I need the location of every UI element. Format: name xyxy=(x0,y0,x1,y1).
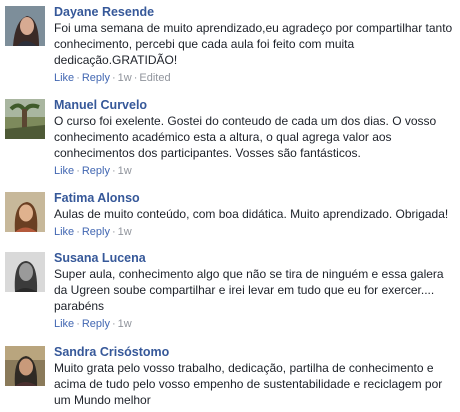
comment-text: Aulas de muito conteúdo, com boa didátic… xyxy=(54,207,449,221)
separator-dot: · xyxy=(76,226,80,238)
reply-link[interactable]: Reply xyxy=(82,318,110,330)
avatar-photo-icon xyxy=(5,99,45,139)
like-link[interactable]: Like xyxy=(54,165,74,177)
commenter-name[interactable]: Susana Lucena xyxy=(54,250,456,266)
separator-dot: · xyxy=(76,165,80,177)
avatar-photo-icon xyxy=(5,346,45,386)
avatar[interactable] xyxy=(5,99,45,139)
reply-link[interactable]: Reply xyxy=(82,165,110,177)
edited-label[interactable]: Edited xyxy=(139,72,170,84)
comment-text: Foi uma semana de muito aprendizado,eu a… xyxy=(54,21,453,67)
separator-dot: · xyxy=(111,226,116,238)
separator-dot: · xyxy=(111,165,116,177)
comment-actions: Like · Reply · 1w xyxy=(54,317,456,331)
comment-actions: Like · Reply · 1w xyxy=(54,164,456,178)
timestamp[interactable]: 1w xyxy=(118,226,132,238)
like-link[interactable]: Like xyxy=(54,72,74,84)
avatar[interactable] xyxy=(5,252,45,292)
like-link[interactable]: Like xyxy=(54,226,74,238)
like-link[interactable]: Like xyxy=(54,318,74,330)
comment-text: O curso foi exelente. Gostei do conteudo… xyxy=(54,114,437,160)
reply-link[interactable]: Reply xyxy=(82,226,110,238)
separator-dot: · xyxy=(76,318,80,330)
timestamp[interactable]: 1w xyxy=(118,165,132,177)
avatar[interactable] xyxy=(5,346,45,386)
comment-text: Muito grata pelo vosso trabalho, dedicaç… xyxy=(54,361,443,407)
commenter-name[interactable]: Fatima Alonso xyxy=(54,190,456,206)
comment-actions: Like · Reply · 1w xyxy=(54,225,456,239)
separator-dot: · xyxy=(111,72,116,84)
separator-dot: · xyxy=(76,72,80,84)
comment-actions: Like · Reply · 1w · Edited xyxy=(54,71,456,85)
comment-text: Super aula, conhecimento algo que não se… xyxy=(54,267,444,313)
timestamp[interactable]: 1w xyxy=(118,318,132,330)
commenter-name[interactable]: Dayane Resende xyxy=(54,4,456,20)
avatar[interactable] xyxy=(5,192,45,232)
avatar-photo-icon xyxy=(5,192,45,232)
avatar[interactable] xyxy=(5,6,45,46)
commenter-name[interactable]: Sandra Crisóstomo xyxy=(54,344,456,360)
commenter-name[interactable]: Manuel Curvelo xyxy=(54,97,456,113)
timestamp[interactable]: 1w xyxy=(118,72,132,84)
reply-link[interactable]: Reply xyxy=(82,72,110,84)
avatar-photo-icon xyxy=(5,252,45,292)
avatar-photo-icon xyxy=(5,6,45,46)
separator-dot: · xyxy=(111,318,116,330)
